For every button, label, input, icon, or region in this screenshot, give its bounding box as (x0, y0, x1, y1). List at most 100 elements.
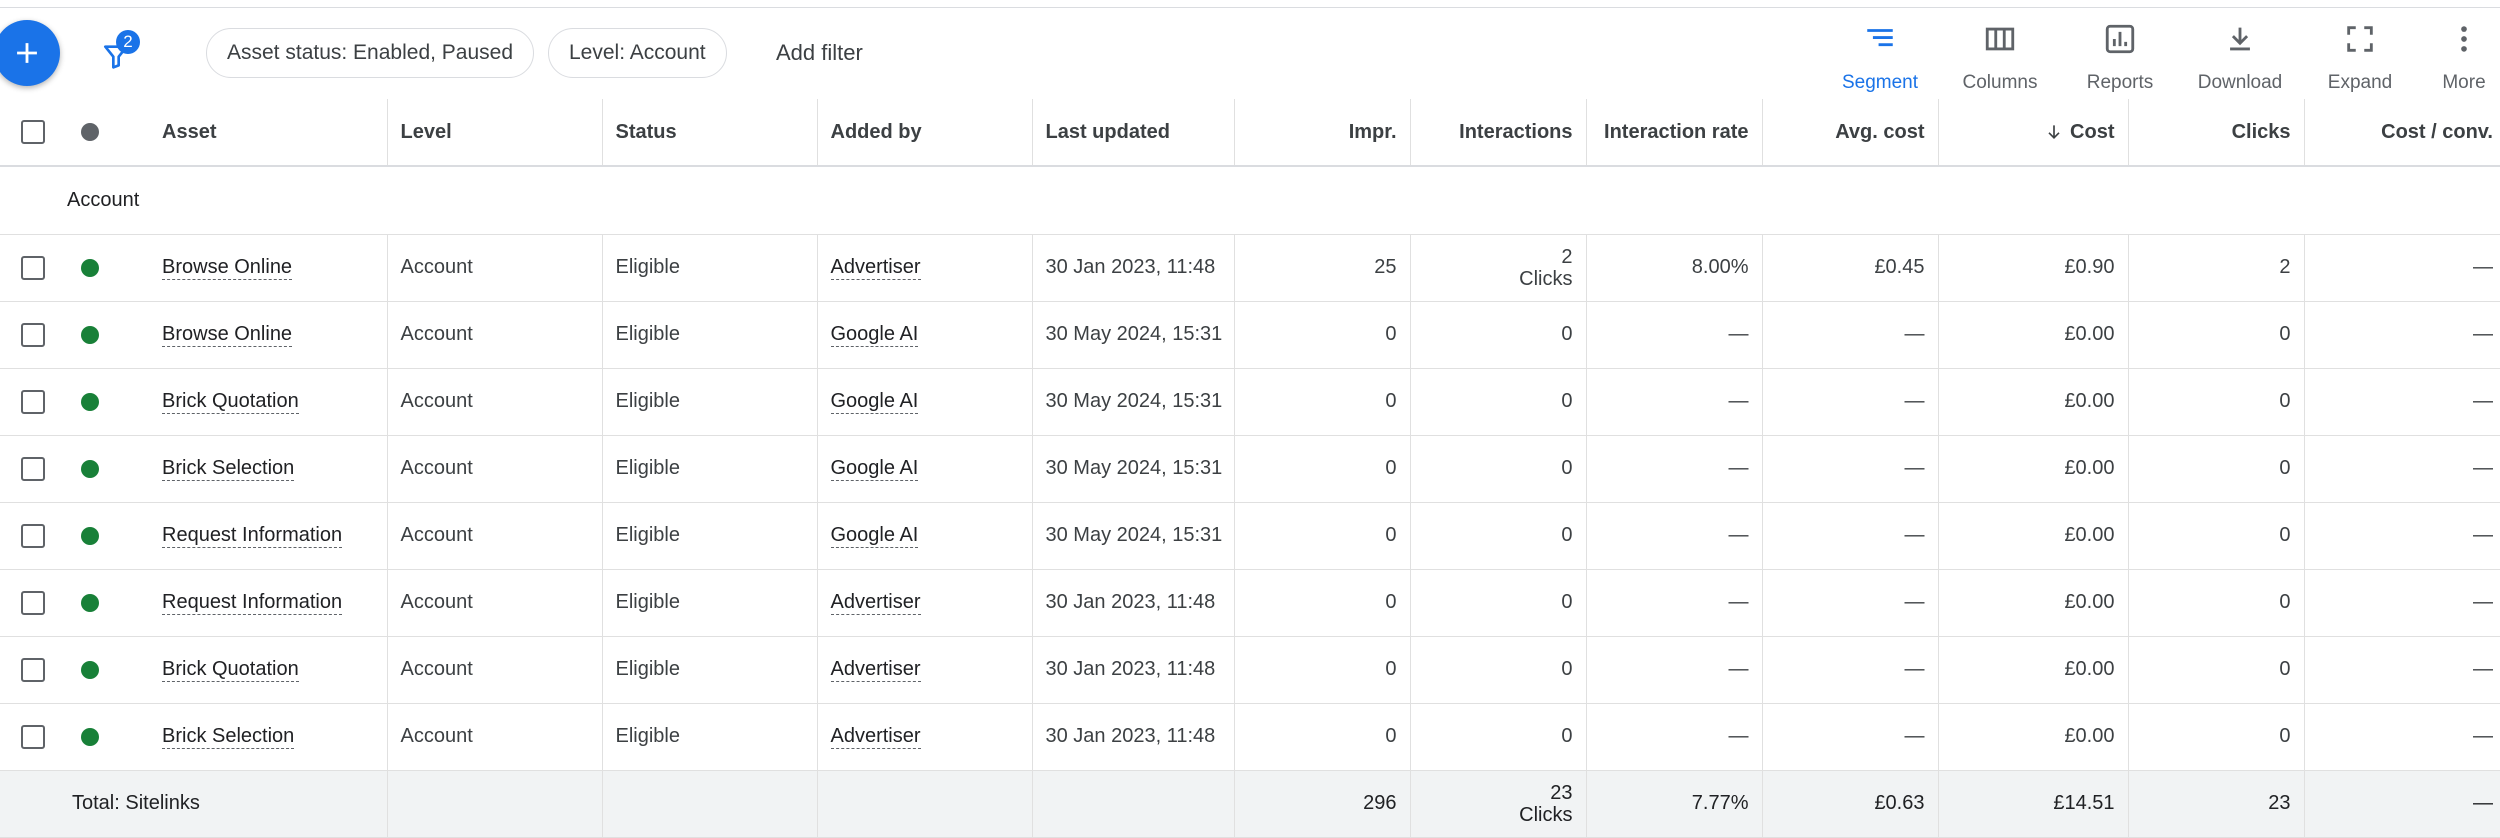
cell-interaction-rate: 8.00% (1586, 234, 1763, 302)
cell-interactions: 0 (1410, 368, 1587, 436)
cell-clicks: 2 (2128, 234, 2305, 302)
group-row-account: Account (0, 166, 2500, 235)
table-row[interactable]: Request Information Account Eligible Advert… (0, 569, 2500, 637)
cell-clicks: 0 (2128, 703, 2305, 771)
header-cost-conv[interactable]: Cost / conv. (2304, 99, 2500, 167)
header-avg-cost[interactable]: Avg. cost (1762, 99, 1939, 167)
status-enabled-dot[interactable] (81, 459, 99, 478)
cell-interactions: 0 (1410, 703, 1587, 771)
table-row[interactable]: Browse Online Account Eligible Advertiser 30… (0, 234, 2500, 302)
asset-link[interactable]: Brick Quotation (162, 390, 299, 414)
header-cost[interactable]: Cost (1938, 99, 2129, 167)
cell-cost: £0.00 (1938, 368, 2129, 436)
status-enabled-dot[interactable] (81, 593, 99, 612)
row-checkbox[interactable] (21, 322, 45, 347)
download-button[interactable]: Download (2192, 18, 2288, 98)
status-enabled-dot[interactable] (81, 526, 99, 545)
table-row[interactable]: Request Information Account Eligible Google… (0, 502, 2500, 570)
expand-button[interactable]: Expand (2318, 18, 2402, 98)
cell-status: Eligible (602, 301, 818, 369)
asset-link[interactable]: Browse Online (162, 256, 293, 280)
status-filter-dot[interactable] (81, 123, 99, 142)
cell-cost: £0.00 (1938, 636, 2129, 704)
row-checkbox[interactable] (21, 389, 45, 414)
table-row[interactable]: Browse Online Account Eligible Google AI 30 … (0, 301, 2500, 369)
table-row[interactable]: Brick Selection Account Eligible Advertiser… (0, 703, 2500, 771)
top-divider (0, 0, 2500, 8)
status-enabled-dot[interactable] (81, 660, 99, 679)
added-by-link[interactable]: Advertiser (830, 658, 921, 682)
header-clicks[interactable]: Clicks (2128, 99, 2305, 167)
asset-link[interactable]: Browse Online (162, 323, 293, 347)
segment-button[interactable]: Segment (1838, 18, 1922, 98)
cell-added-by: Advertiser (817, 703, 1033, 771)
added-by-link[interactable]: Google AI (830, 323, 919, 347)
more-button[interactable]: More (2432, 18, 2496, 98)
asset-link[interactable]: Request Information (162, 524, 343, 548)
cell-impr: 0 (1234, 636, 1411, 704)
table-toolbar: 2 Asset status: Enabled, Paused Level: A… (0, 8, 2500, 99)
row-checkbox[interactable] (21, 255, 45, 280)
asset-link[interactable]: Brick Quotation (162, 658, 299, 682)
added-by-link[interactable]: Google AI (830, 390, 919, 414)
asset-link[interactable]: Brick Selection (162, 725, 295, 749)
header-last-updated[interactable]: Last updated (1032, 99, 1235, 167)
row-checkbox[interactable] (21, 724, 45, 749)
asset-link[interactable]: Brick Selection (162, 457, 295, 481)
header-asset[interactable]: Asset (149, 99, 388, 167)
cell-impr: 0 (1234, 368, 1411, 436)
cell-interaction-rate: — (1586, 502, 1763, 570)
add-filter-button[interactable]: Add filter (776, 28, 863, 78)
added-by-link[interactable]: Advertiser (830, 256, 921, 280)
header-impr[interactable]: Impr. (1234, 99, 1411, 167)
asset-link[interactable]: Request Information (162, 591, 343, 615)
added-by-link[interactable]: Advertiser (830, 725, 921, 749)
cell-status: Eligible (602, 569, 818, 637)
row-checkbox[interactable] (21, 523, 45, 548)
cell-status: Eligible (602, 502, 818, 570)
filter-button[interactable]: 2 (96, 30, 142, 82)
header-level[interactable]: Level (387, 99, 603, 167)
header-interaction-rate[interactable]: Interaction rate (1586, 99, 1763, 167)
header-interactions[interactable]: Interactions (1410, 99, 1587, 167)
filter-chip-asset-status[interactable]: Asset status: Enabled, Paused (206, 28, 535, 78)
row-status-cell (70, 703, 149, 771)
cell-impr: 25 (1234, 234, 1411, 302)
cell-asset: Request Information (149, 569, 388, 637)
table-row[interactable]: Brick Quotation Account Eligible Google AI 3… (0, 368, 2500, 436)
row-select-cell (0, 368, 70, 436)
status-enabled-dot[interactable] (81, 325, 99, 344)
cell-clicks: 0 (2128, 502, 2305, 570)
cell-asset: Brick Selection (149, 435, 388, 503)
row-checkbox[interactable] (21, 590, 45, 615)
create-button[interactable] (0, 20, 60, 86)
cell-avg-cost: £0.45 (1762, 234, 1939, 302)
status-enabled-dot[interactable] (81, 727, 99, 746)
cell-cost-conv: — (2304, 569, 2500, 637)
status-dot-header (70, 99, 149, 167)
added-by-link[interactable]: Advertiser (830, 591, 921, 615)
cell-added-by: Advertiser (817, 569, 1033, 637)
total-cost: £14.51 (1938, 770, 2129, 838)
row-select-cell (0, 636, 70, 704)
cell-status: Eligible (602, 368, 818, 436)
cell-interactions: 0 (1410, 569, 1587, 637)
header-status[interactable]: Status (602, 99, 818, 167)
cell-clicks: 0 (2128, 435, 2305, 503)
cell-impr: 0 (1234, 502, 1411, 570)
row-checkbox[interactable] (21, 456, 45, 481)
added-by-link[interactable]: Google AI (830, 524, 919, 548)
status-enabled-dot[interactable] (81, 258, 99, 277)
table-row[interactable]: Brick Selection Account Eligible Google AI 3… (0, 435, 2500, 503)
cell-added-by: Google AI (817, 301, 1033, 369)
reports-button[interactable]: Reports (2078, 18, 2162, 98)
added-by-link[interactable]: Google AI (830, 457, 919, 481)
columns-button[interactable]: Columns (1958, 18, 2042, 98)
status-enabled-dot[interactable] (81, 392, 99, 411)
table-row[interactable]: Brick Quotation Account Eligible Advertiser… (0, 636, 2500, 704)
header-added-by[interactable]: Added by (817, 99, 1033, 167)
row-status-cell (70, 368, 149, 436)
filter-chip-level[interactable]: Level: Account (548, 28, 727, 78)
select-all-checkbox[interactable] (21, 120, 45, 144)
row-checkbox[interactable] (21, 657, 45, 682)
